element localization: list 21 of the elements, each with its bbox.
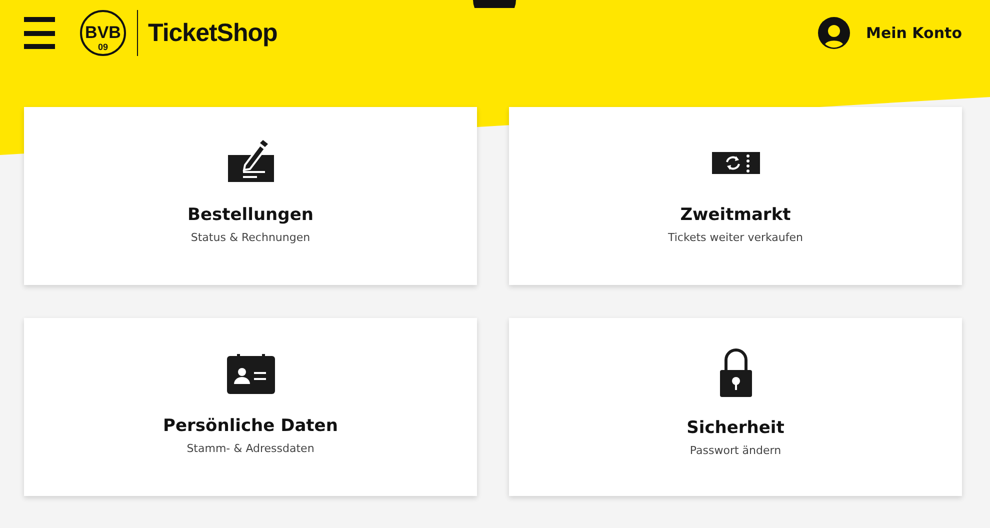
club-crest-icon: BVB 09 [79, 9, 127, 57]
card-subtitle: Stamm- & Adressdaten [186, 442, 314, 455]
account-link[interactable]: Mein Konto [818, 17, 962, 49]
id-card-icon [226, 354, 274, 394]
menu-card[interactable]: Bestellungen Status & Rechnungen [24, 107, 477, 285]
user-avatar-icon [818, 17, 850, 49]
padlock-icon [718, 348, 754, 398]
menu-card[interactable]: Persönliche Daten Stamm- & Adressdaten [24, 318, 477, 496]
menu-button[interactable] [24, 17, 55, 49]
signing-icon [226, 139, 274, 183]
card-subtitle: Passwort ändern [690, 444, 782, 457]
menu-card[interactable]: Sicherheit Passwort ändern [509, 318, 962, 496]
card-subtitle: Status & Rechnungen [190, 231, 310, 244]
menu-card[interactable]: Zweitmarkt Tickets weiter verkaufen [509, 107, 962, 285]
card-subtitle: Tickets weiter verkaufen [668, 231, 803, 244]
ticket-exchange-icon [712, 152, 760, 174]
card-title: Sicherheit [686, 418, 784, 438]
card-title: Zweitmarkt [680, 205, 791, 225]
brand-logo[interactable]: BVB 09 TicketShop [79, 9, 278, 57]
card-title: Persönliche Daten [163, 416, 338, 436]
card-title: Bestellungen [188, 205, 314, 225]
